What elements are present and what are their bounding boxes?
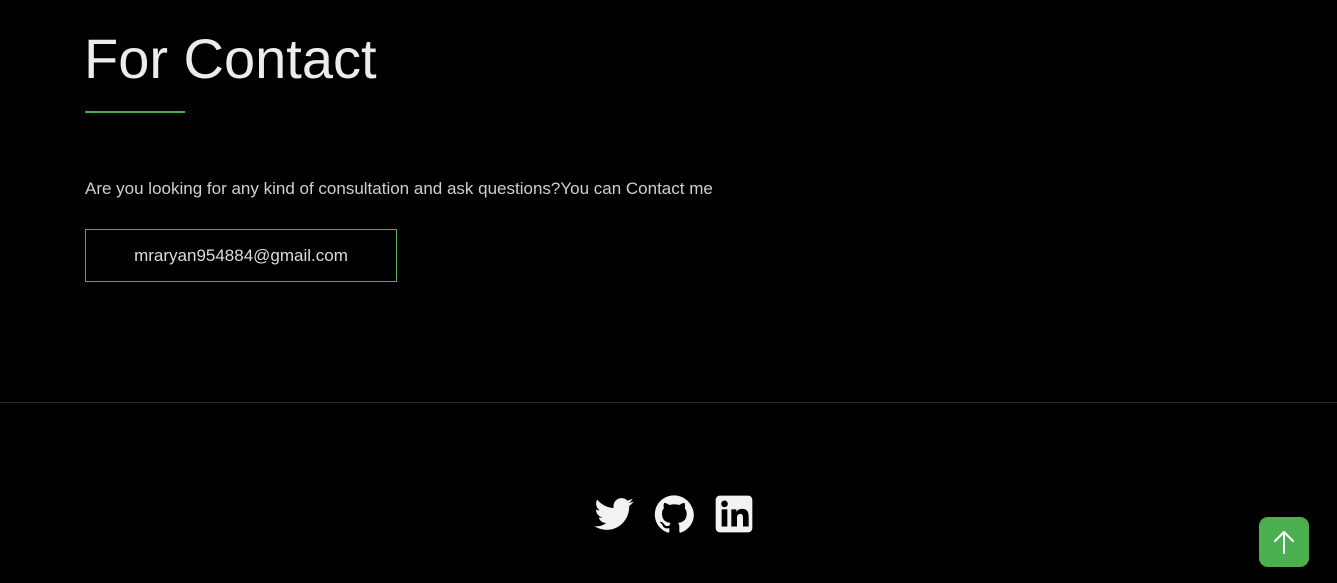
scroll-to-top-button[interactable] [1259,517,1309,567]
twitter-link[interactable] [594,494,634,534]
github-link[interactable] [654,494,694,534]
footer-divider [0,402,1337,403]
social-links [594,494,754,534]
page-title: For Contact [84,27,377,90]
title-underline [85,111,185,113]
twitter-icon [594,498,634,530]
linkedin-icon [715,495,753,533]
contact-description: Are you looking for any kind of consulta… [85,179,713,198]
github-icon [654,495,694,533]
arrow-up-icon [1274,531,1294,554]
contact-section: For Contact Are you looking for any kind… [0,0,1337,402]
page: For Contact Are you looking for any kind… [0,0,1337,583]
email-button[interactable]: mraryan954884@gmail.com [85,229,397,282]
linkedin-link[interactable] [714,494,754,534]
